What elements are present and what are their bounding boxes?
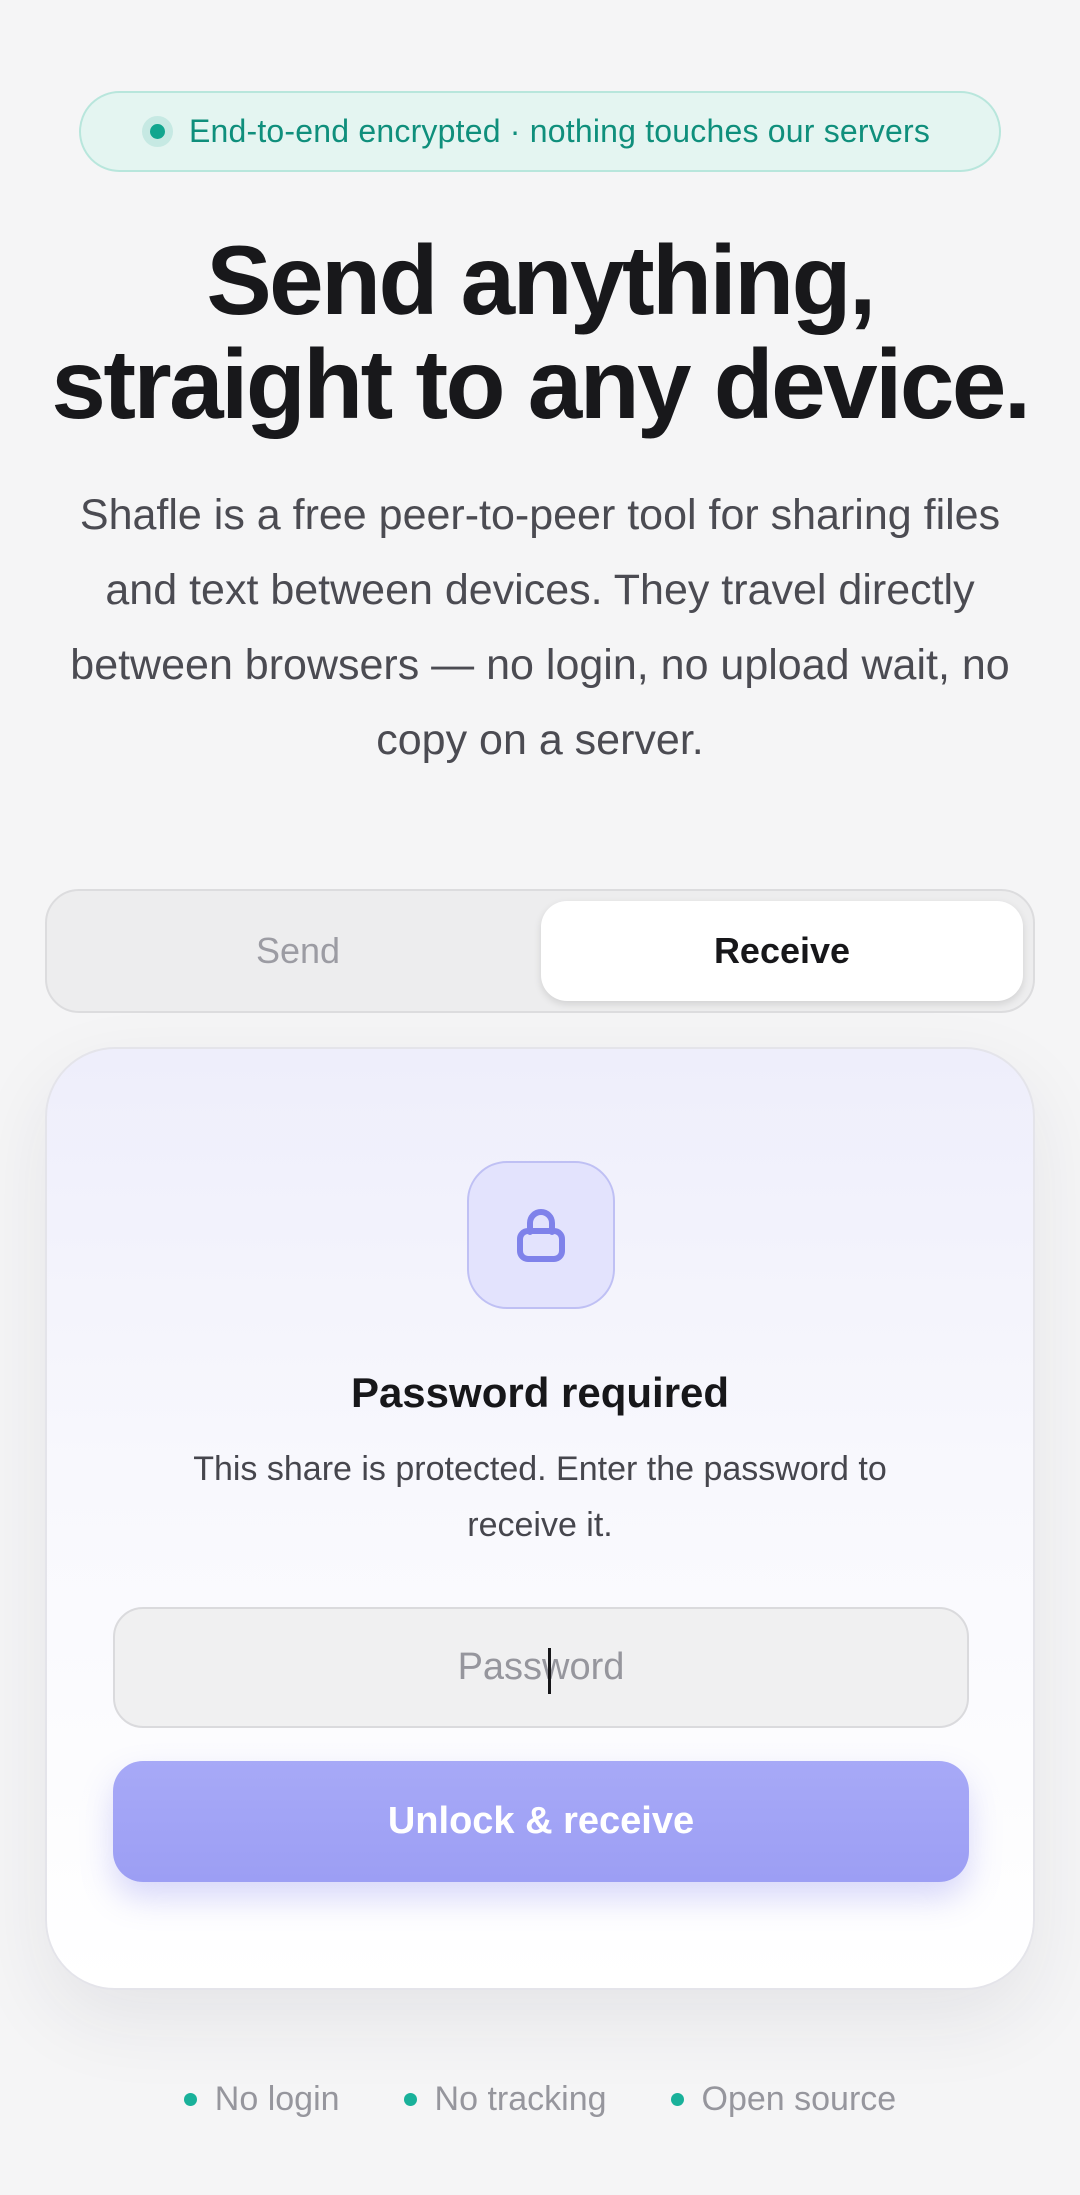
feature-item: No login [183, 2080, 340, 2119]
text-caret [547, 1648, 551, 1694]
bullet-dot-icon [403, 2093, 417, 2106]
page-title-line-1: Send anything, [206, 225, 876, 335]
receive-card: Password required This share is protecte… [45, 1047, 1035, 1990]
password-input[interactable]: Password [113, 1607, 969, 1728]
lock-icon [517, 1209, 565, 1262]
bullet-dot-icon [670, 2093, 684, 2106]
feature-list: No login No tracking Open source [0, 2080, 1080, 2119]
mode-switch: Send Receive [45, 889, 1035, 1013]
page-title-line-2: straight to any device. [51, 329, 1031, 439]
page-title: Send anything, straight to any device. [0, 228, 1080, 436]
feature-label: No tracking [434, 2080, 607, 2118]
feature-item: No tracking [403, 2080, 607, 2119]
page-subtitle: Shafle is a free peer-to-peer tool for s… [70, 491, 1010, 764]
badge-text: End-to-end encrypted · nothing touches o… [188, 113, 931, 149]
encryption-badge: End-to-end encrypted · nothing touches o… [79, 91, 1001, 172]
tab-receive[interactable]: Receive [541, 901, 1023, 1001]
feature-label: Open source [701, 2080, 897, 2118]
page: End-to-end encrypted · nothing touches o… [0, 0, 1080, 2195]
password-placeholder: Password [457, 1646, 625, 1694]
password-placeholder-text: Password [457, 1646, 625, 1688]
tab-send[interactable]: Send [57, 901, 539, 1001]
bullet-dot-icon [183, 2093, 197, 2106]
unlock-receive-button[interactable]: Unlock & receive [113, 1761, 969, 1882]
feature-label: No login [214, 2080, 340, 2118]
status-dot-icon [149, 124, 165, 139]
lock-badge [467, 1161, 615, 1309]
card-title: Password required [350, 1369, 730, 1416]
card-description: This share is protected. Enter the passw… [193, 1450, 887, 1544]
feature-item: Open source [670, 2080, 897, 2119]
